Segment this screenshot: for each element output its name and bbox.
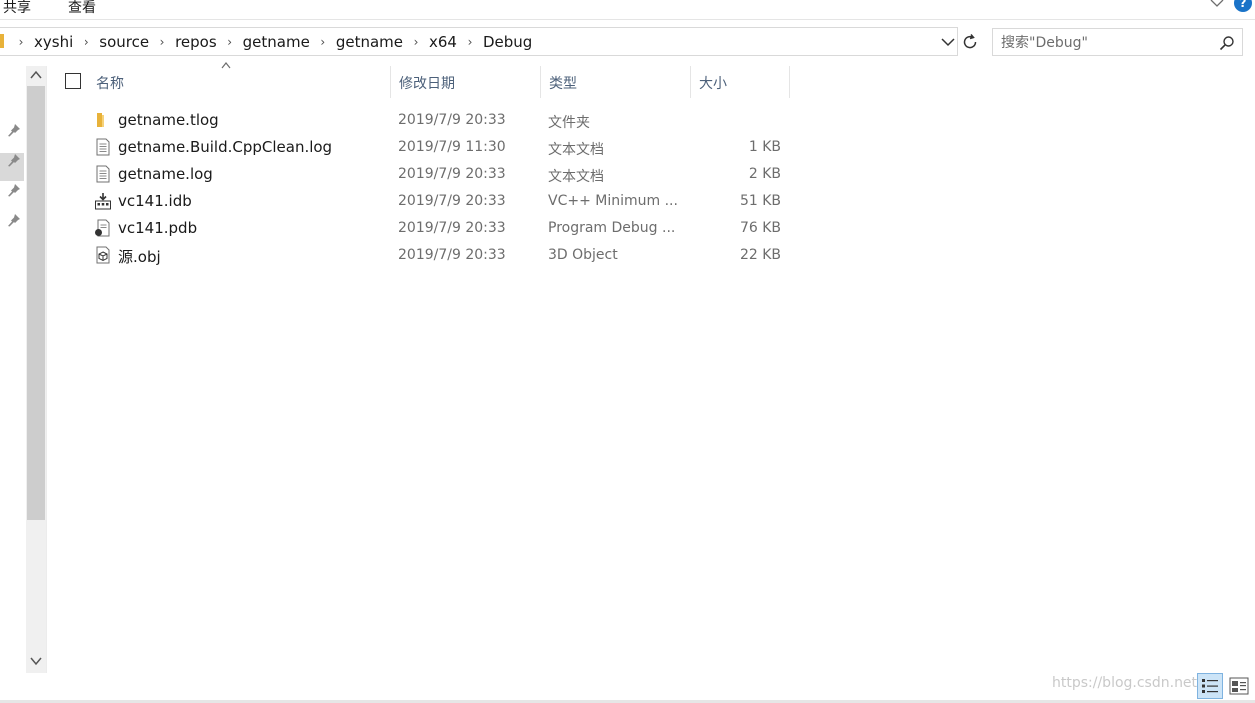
file-date: 2019/7/9 20:33 [398,247,506,263]
chevron-right-icon[interactable]: › [219,35,241,49]
search-icon[interactable] [1219,35,1235,51]
pin-icon[interactable] [7,153,21,167]
refresh-icon[interactable] [960,32,980,52]
watermark: https://blog.csdn.net/ [1052,675,1202,691]
tab-share[interactable]: 共享 [3,0,31,17]
file-type: 文本文档 [548,169,604,185]
file-size: 2 KB [748,166,781,182]
file-row[interactable]: getname.Build.CppClean.log 2019/7/9 11:3… [88,134,808,161]
scrollbar-thumb[interactable] [27,86,45,520]
column-label: 修改日期 [399,76,455,92]
file-type: 文本文档 [548,142,604,158]
large-icons-view-button[interactable] [1228,675,1250,697]
folder-icon [97,113,104,127]
column-label: 大小 [699,76,727,92]
scroll-down-icon[interactable] [29,654,43,668]
folder-icon [0,34,4,48]
file-date: 2019/7/9 20:33 [398,220,506,236]
breadcrumb-item[interactable]: getname [241,33,312,51]
file-list: getname.tlog 2019/7/9 20:33 文件夹 getname.… [88,107,808,269]
chevron-right-icon[interactable]: › [405,35,427,49]
chevron-down-icon[interactable] [1209,0,1225,10]
scroll-up-icon[interactable] [29,68,43,82]
column-header-date[interactable]: 修改日期 [390,66,540,98]
file-name[interactable]: getname.Build.CppClean.log [118,138,332,156]
file-type: 文件夹 [548,115,590,131]
file-row[interactable]: getname.tlog 2019/7/9 20:33 文件夹 [88,107,808,134]
file-name[interactable]: getname.tlog [118,111,219,129]
file-row[interactable]: vc141.pdb 2019/7/9 20:33 Program Debug .… [88,215,808,242]
breadcrumb-item[interactable]: xyshi [32,33,75,51]
tab-view[interactable]: 查看 [68,0,96,17]
select-all-checkbox[interactable] [65,73,81,89]
column-header-size[interactable]: 大小 [690,66,790,98]
file-row[interactable]: 源.obj 2019/7/9 20:33 3D Object 22 KB [88,242,808,269]
file-name[interactable]: vc141.pdb [118,219,197,237]
navigation-pane [0,66,26,676]
file-row[interactable]: vc141.idb 2019/7/9 20:33 VC++ Minimum ..… [88,188,808,215]
breadcrumb-item[interactable]: x64 [427,33,459,51]
file-size: 51 KB [739,193,781,209]
details-view-button[interactable] [1197,673,1223,699]
file-name[interactable]: getname.log [118,165,213,183]
details-view-icon [1202,679,1218,693]
text-file-icon [96,138,110,156]
3d-object-icon [96,246,110,264]
column-label: 名称 [96,76,124,92]
help-icon[interactable]: ? [1234,0,1252,12]
file-name[interactable]: vc141.idb [118,192,192,210]
breadcrumb-item[interactable]: getname [334,33,405,51]
ribbon-tabs: 共享 查看 ? [0,0,1255,20]
file-type: VC++ Minimum ... [548,193,678,209]
column-label: 类型 [549,76,577,92]
file-type: 3D Object [548,247,618,263]
breadcrumb-item[interactable]: repos [173,33,219,51]
file-name[interactable]: 源.obj [118,246,161,267]
breadcrumb: › xyshi › source › repos › getname › get… [10,28,534,55]
file-date: 2019/7/9 20:33 [398,166,506,182]
column-header-name[interactable]: 名称 [88,66,390,98]
address-bar[interactable]: › xyshi › source › repos › getname › get… [0,27,958,56]
nav-scrollbar[interactable] [26,66,46,673]
pane-divider[interactable] [46,66,47,673]
file-date: 2019/7/9 20:33 [398,112,506,128]
file-size: 76 KB [739,220,781,236]
chevron-right-icon[interactable]: › [312,35,334,49]
address-history-chevron-icon[interactable] [940,32,956,52]
file-type: Program Debug ... [548,220,676,236]
search-input[interactable] [1001,33,1211,53]
search-box[interactable] [992,28,1243,56]
chevron-right-icon[interactable]: › [151,35,173,49]
file-row[interactable]: getname.log 2019/7/9 20:33 文本文档 2 KB [88,161,808,188]
file-date: 2019/7/9 20:33 [398,193,506,209]
file-size: 22 KB [739,247,781,263]
file-date: 2019/7/9 11:30 [398,139,506,155]
chevron-right-icon[interactable]: › [75,35,97,49]
file-size: 1 KB [748,139,781,155]
chevron-right-icon[interactable]: › [459,35,481,49]
pin-icon[interactable] [7,183,21,197]
pin-icon[interactable] [7,123,21,137]
breadcrumb-item[interactable]: source [97,33,151,51]
chevron-right-icon[interactable]: › [10,35,32,49]
breadcrumb-item-current[interactable]: Debug [481,33,534,51]
idb-file-icon [95,193,111,210]
column-header-type[interactable]: 类型 [540,66,690,98]
text-file-icon [96,165,110,183]
pdb-file-icon [95,219,110,237]
pin-icon[interactable] [7,213,21,227]
